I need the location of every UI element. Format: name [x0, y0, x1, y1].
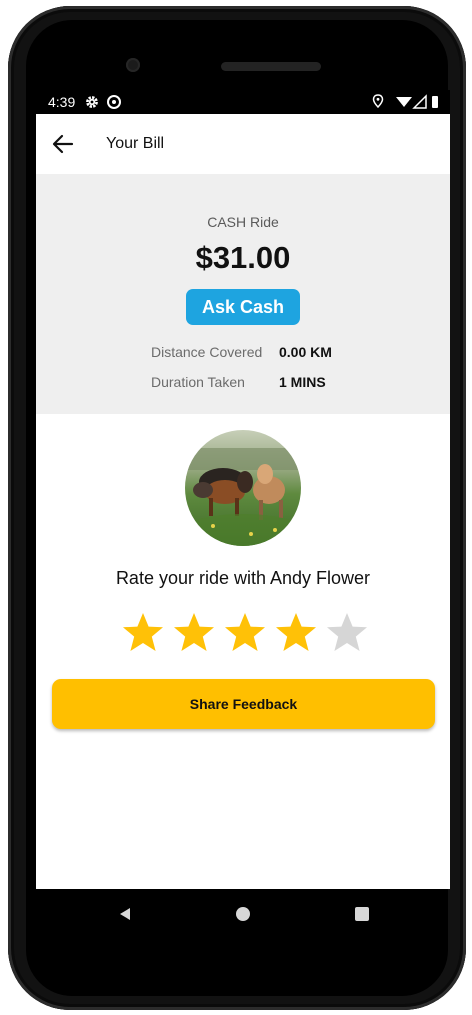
home-circle-icon[interactable] — [236, 907, 250, 921]
gear-icon — [86, 96, 98, 108]
bill-amount: $31.00 — [195, 240, 291, 275]
distance-label: Distance Covered — [151, 344, 263, 360]
star-empty-icon[interactable] — [324, 610, 370, 656]
back-triangle-icon[interactable] — [118, 907, 132, 921]
duration-row: Duration Taken 1 MINS — [36, 374, 450, 394]
status-time: 4:39 — [48, 94, 76, 110]
status-icons — [372, 94, 438, 109]
arrow-left-icon[interactable] — [50, 131, 76, 157]
ride-type-label: CASH Ride — [207, 214, 279, 230]
location-icon — [372, 94, 384, 109]
duration-value: 1 MINS — [279, 374, 326, 390]
app-screen: 4:39 Your Bill CASH Ride $31.00 Ask Cash… — [36, 90, 450, 889]
star-filled-icon[interactable] — [120, 610, 166, 656]
battery-icon — [432, 96, 438, 108]
front-camera — [126, 58, 140, 72]
earpiece-speaker — [221, 62, 321, 71]
star-rating — [120, 610, 370, 656]
star-filled-icon[interactable] — [171, 610, 217, 656]
duration-label: Duration Taken — [151, 374, 245, 390]
sync-icon — [107, 95, 121, 109]
share-feedback-button[interactable]: Share Feedback — [52, 679, 435, 729]
app-bar: Your Bill — [36, 114, 450, 174]
star-filled-icon[interactable] — [222, 610, 268, 656]
system-nav-bar — [36, 889, 450, 939]
ask-cash-button[interactable]: Ask Cash — [186, 289, 300, 325]
distance-row: Distance Covered 0.00 KM — [36, 344, 450, 364]
driver-avatar — [185, 430, 301, 546]
distance-value: 0.00 KM — [279, 344, 332, 360]
rating-prompt: Rate your ride with Andy Flower — [115, 568, 371, 588]
bill-summary-panel: CASH Ride $31.00 Ask Cash Distance Cover… — [36, 174, 450, 414]
page-title: Your Bill — [106, 135, 165, 152]
recents-square-icon[interactable] — [355, 907, 369, 921]
star-filled-icon[interactable] — [273, 610, 319, 656]
signal-icon — [412, 94, 427, 109]
status-bar: 4:39 — [36, 90, 450, 114]
wifi-icon — [396, 97, 412, 107]
